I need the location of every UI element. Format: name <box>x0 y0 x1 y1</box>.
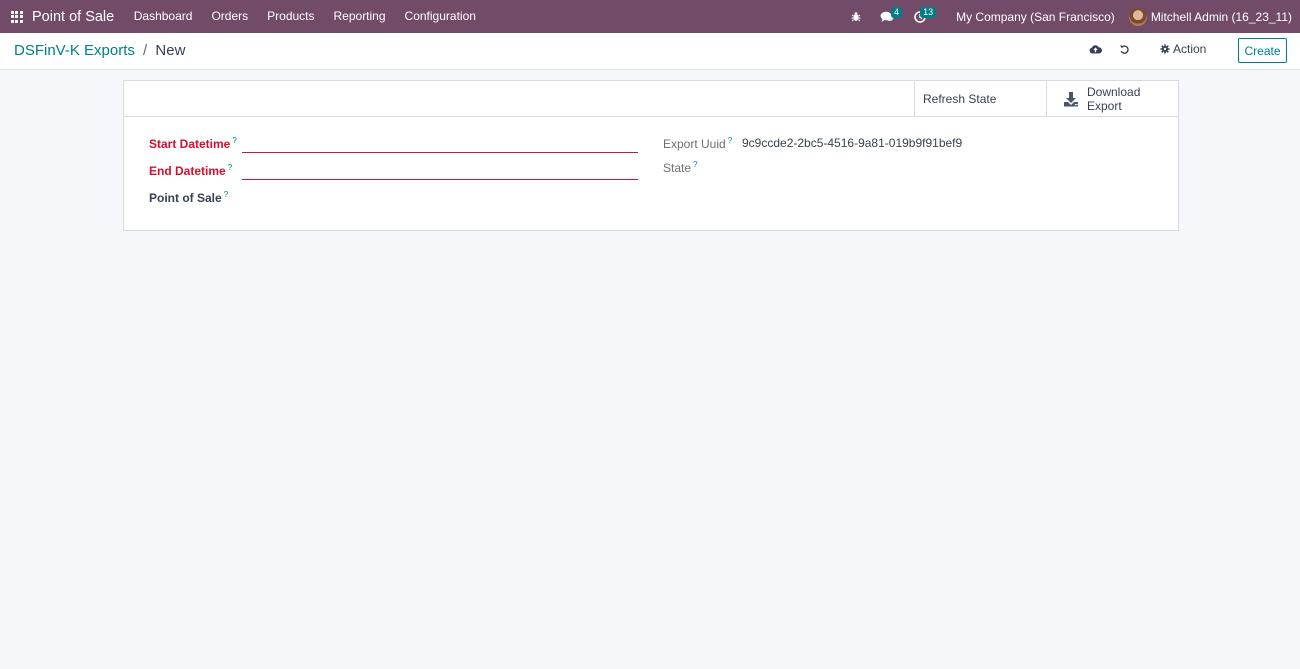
cloud-upload-icon <box>1089 45 1102 54</box>
export-uuid-help-icon[interactable]: ? <box>728 136 732 145</box>
company-switcher[interactable]: My Company (San Francisco) <box>956 10 1115 24</box>
navbar-systray: 4 13 My Company (San Francisco) Mitchell… <box>844 0 1300 33</box>
end-datetime-help-icon[interactable]: ? <box>228 163 232 172</box>
bug-icon <box>851 12 861 22</box>
menu-item-dashboard[interactable]: Dashboard <box>124 0 202 33</box>
control-panel: DSFinV-K Exports / New Action Create <box>0 33 1300 70</box>
messages-button[interactable]: 4 <box>874 0 906 33</box>
menu-item-configuration[interactable]: Configuration <box>395 0 485 33</box>
state-label: State? <box>663 160 698 175</box>
gear-icon <box>1160 44 1170 54</box>
form-sheet: Refresh State Download Export Start Date… <box>123 80 1179 231</box>
download-export-button[interactable]: Download Export <box>1046 81 1178 116</box>
start-datetime-label: Start Datetime? <box>149 136 237 151</box>
apps-grid-icon <box>10 10 23 23</box>
messages-badge: 4 <box>891 7 903 18</box>
point-of-sale-label: Point of Sale? <box>149 190 229 205</box>
breadcrumb-parent[interactable]: DSFinV-K Exports <box>14 42 135 59</box>
export-uuid-value: 9c9ccde2-2bc5-4516-9a81-019b9f91bef9 <box>742 136 963 150</box>
debug-menu-button[interactable] <box>844 0 868 33</box>
end-datetime-input[interactable] <box>242 162 638 180</box>
action-menu-button[interactable]: Action <box>1160 42 1206 56</box>
refresh-state-button[interactable]: Refresh State <box>914 81 1047 116</box>
menu-item-orders[interactable]: Orders <box>202 0 258 33</box>
discard-button[interactable] <box>1119 44 1130 55</box>
export-uuid-label: Export Uuid? <box>663 136 733 151</box>
start-datetime-help-icon[interactable]: ? <box>232 136 236 145</box>
save-button[interactable] <box>1089 44 1102 54</box>
top-navbar: Point of Sale Dashboard Orders Products … <box>0 0 1300 33</box>
download-icon <box>1064 91 1078 106</box>
refresh-state-label: Refresh State <box>923 91 997 106</box>
menu-item-products[interactable]: Products <box>258 0 324 33</box>
end-datetime-label: End Datetime? <box>149 163 233 178</box>
app-brand[interactable]: Point of Sale <box>32 9 114 25</box>
breadcrumb: DSFinV-K Exports / New <box>14 42 185 59</box>
apps-menu-button[interactable] <box>0 0 32 33</box>
menu-item-reporting[interactable]: Reporting <box>324 0 395 33</box>
start-datetime-input[interactable] <box>242 135 638 153</box>
user-avatar[interactable] <box>1128 7 1147 26</box>
state-help-icon[interactable]: ? <box>693 160 697 169</box>
point-of-sale-help-icon[interactable]: ? <box>224 190 228 199</box>
action-label: Action <box>1173 42 1207 56</box>
user-menu[interactable]: Mitchell Admin (16_23_11) <box>1151 10 1292 24</box>
breadcrumb-current: New <box>155 42 186 59</box>
breadcrumb-separator: / <box>143 42 148 59</box>
activities-button[interactable]: 13 <box>908 0 942 33</box>
download-export-label: Download Export <box>1087 84 1141 113</box>
main-menu: Dashboard Orders Products Reporting Conf… <box>124 0 485 33</box>
activities-badge: 13 <box>920 7 937 18</box>
create-button[interactable]: Create <box>1238 38 1287 63</box>
button-box: Refresh State Download Export <box>124 81 1178 117</box>
undo-icon <box>1119 45 1129 54</box>
